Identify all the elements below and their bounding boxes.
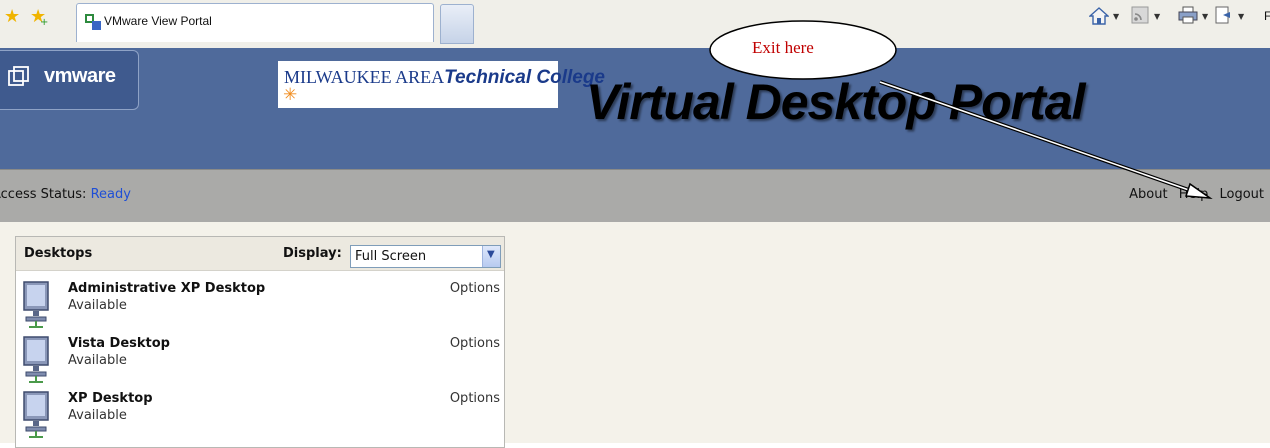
college-logo: ✳ MILWAUKEE AREATechnical College <box>278 61 605 108</box>
status-bar: Access Status: Ready About Help Logout <box>0 169 1270 223</box>
vmware-view-favicon-icon <box>85 14 101 30</box>
home-icon[interactable] <box>1089 6 1109 26</box>
new-tab-button[interactable] <box>440 4 474 44</box>
vmware-mark-icon <box>8 66 29 86</box>
about-link[interactable]: About <box>1129 187 1167 202</box>
annotation-callout-text: Exit here <box>752 38 814 57</box>
college-logo-part1: MILWAUKEE AREA <box>284 67 445 87</box>
college-logo-text: MILWAUKEE AREATechnical College <box>284 67 605 89</box>
browser-tab[interactable]: VMware View Portal <box>76 3 434 42</box>
help-link[interactable]: Help <box>1179 187 1209 202</box>
feeds-dropdown-icon[interactable]: ▼ <box>1154 12 1160 21</box>
display-mode-select[interactable]: Full Screen ▼ <box>350 245 501 268</box>
desktop-status: Available <box>68 298 127 313</box>
access-status: Access Status: Ready <box>0 187 131 202</box>
portal-header: vmware ✳ MILWAUKEE AREATechnical College… <box>0 48 1270 169</box>
desktop-options-link[interactable]: Options <box>450 336 500 351</box>
college-logo-part2: Technical College <box>444 67 605 88</box>
print-icon[interactable] <box>1178 6 1198 24</box>
desktop-name[interactable]: Administrative XP Desktop <box>68 281 265 296</box>
desktop-options-link[interactable]: Options <box>450 281 500 296</box>
page-dropdown-icon[interactable]: ▼ <box>1238 12 1244 21</box>
access-status-value: Ready <box>90 187 131 202</box>
top-nav-links: About Help Logout <box>1122 187 1264 202</box>
desktop-status: Available <box>68 408 127 423</box>
desktop-options-link[interactable]: Options <box>450 391 500 406</box>
add-favorites-icon[interactable]: ★ + <box>30 8 48 29</box>
chevron-down-icon: ▼ <box>487 249 495 260</box>
desktop-name[interactable]: Vista Desktop <box>68 336 170 351</box>
desktop-row[interactable]: Administrative XP Desktop Available Opti… <box>16 278 504 332</box>
desktop-row[interactable]: Vista Desktop Available Options <box>16 333 504 387</box>
vmware-logo: vmware <box>0 50 139 110</box>
portal-title: Virtual Desktop Portal <box>586 74 1085 130</box>
vmware-logo-text: vmware <box>44 65 116 87</box>
display-label: Display: <box>283 246 342 261</box>
favorites-star-icon[interactable]: ★ <box>4 8 20 26</box>
home-dropdown-icon[interactable]: ▼ <box>1113 12 1119 21</box>
logout-link[interactable]: Logout <box>1219 187 1264 202</box>
desktop-computer-icon <box>23 281 49 328</box>
desktop-name[interactable]: XP Desktop <box>68 391 153 406</box>
browser-tab-strip: ★ ★ + VMware View Portal ▼ ▼ ▼ ▼ F <box>0 0 1270 48</box>
access-status-label: Access Status: <box>0 187 87 202</box>
display-mode-value: Full Screen <box>355 249 427 264</box>
feeds-icon[interactable] <box>1131 6 1149 24</box>
desktops-panel-title: Desktops <box>24 246 93 261</box>
desktop-row[interactable]: XP Desktop Available Options <box>16 388 504 442</box>
desktops-panel: Desktops Display: Full Screen ▼ Administ… <box>15 236 505 448</box>
display-select-button[interactable]: ▼ <box>482 246 500 267</box>
desktops-panel-header: Desktops Display: Full Screen ▼ <box>16 237 504 271</box>
desktop-computer-icon <box>23 336 49 383</box>
page-icon[interactable] <box>1214 6 1232 24</box>
desktop-status: Available <box>68 353 127 368</box>
print-dropdown-icon[interactable]: ▼ <box>1202 12 1208 21</box>
truncated-toolbar-label: F <box>1264 9 1270 23</box>
desktop-computer-icon <box>23 391 49 438</box>
tab-title: VMware View Portal <box>104 14 212 28</box>
main-content: Desktops Display: Full Screen ▼ Administ… <box>0 222 1270 448</box>
